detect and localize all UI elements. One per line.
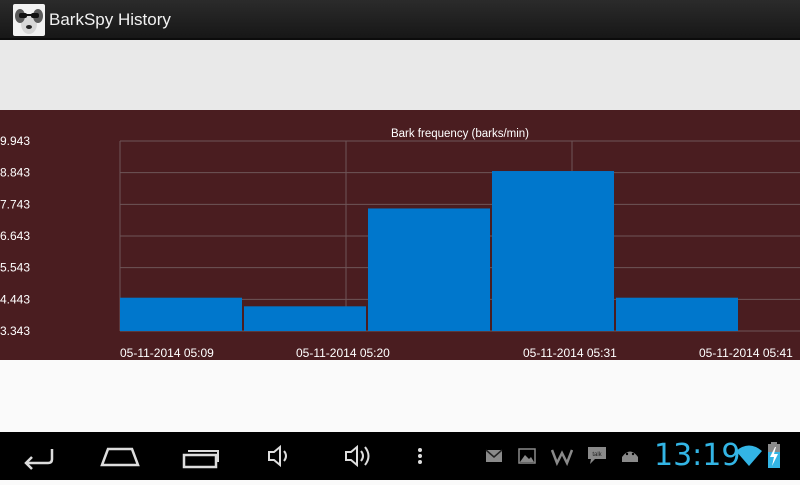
w-icon — [551, 449, 573, 466]
chart-bar — [616, 297, 738, 331]
x-tick-label: 05-11-2014 05:09 — [120, 346, 214, 360]
x-tick-label: 05-11-2014 05:31 — [523, 346, 617, 360]
status-clock: 13:19 — [654, 438, 741, 473]
x-tick-label: 05-11-2014 05:41 — [699, 346, 793, 360]
y-tick-label: 4.443 — [0, 292, 30, 306]
y-tick-label: 7.743 — [0, 197, 30, 211]
chart-bar — [368, 208, 490, 331]
home-button[interactable] — [98, 432, 142, 480]
y-tick-label: 8.843 — [0, 166, 30, 180]
action-bar: BarkSpy History — [0, 0, 800, 40]
chart-bar — [244, 306, 366, 331]
y-tick-label: 5.543 — [0, 261, 30, 275]
header-spacer — [0, 40, 800, 110]
svg-text:talk: talk — [592, 452, 602, 458]
system-navigation-bar: talk 13:19 — [0, 432, 800, 480]
battery-charging-icon — [768, 442, 780, 468]
volume-up-button[interactable] — [343, 432, 377, 480]
recent-apps-icon — [182, 450, 219, 469]
y-tick-label: 6.643 — [0, 229, 30, 243]
overflow-menu-icon — [418, 448, 422, 464]
chart-bar — [120, 297, 242, 331]
menu-button[interactable] — [410, 432, 430, 480]
home-icon — [100, 447, 140, 467]
android-icon — [622, 451, 638, 462]
app-logo-icon[interactable] — [13, 4, 45, 36]
content-area — [0, 360, 800, 432]
wifi-icon — [736, 445, 762, 466]
x-tick-label: 05-11-2014 05:20 — [296, 346, 390, 360]
chart-bar — [492, 171, 614, 331]
volume-up-icon — [345, 444, 370, 468]
volume-down-button[interactable] — [266, 432, 296, 480]
y-tick-label: 9.943 — [0, 134, 30, 148]
app-title: BarkSpy History — [49, 10, 171, 29]
back-icon — [24, 449, 54, 470]
talk-icon: talk — [588, 447, 606, 464]
y-tick-label: 3.343 — [0, 324, 30, 338]
gallery-icon — [518, 448, 536, 464]
bark-frequency-chart: 9.943 8.843 7.743 6.643 5.543 4.443 3.343 Bark … — [0, 110, 800, 360]
chart-title: Bark frequency (barks/min) — [391, 128, 529, 140]
back-button[interactable] — [18, 432, 62, 480]
recent-apps-button[interactable] — [180, 432, 224, 480]
gmail-icon — [485, 449, 503, 462]
volume-down-icon — [268, 444, 287, 468]
